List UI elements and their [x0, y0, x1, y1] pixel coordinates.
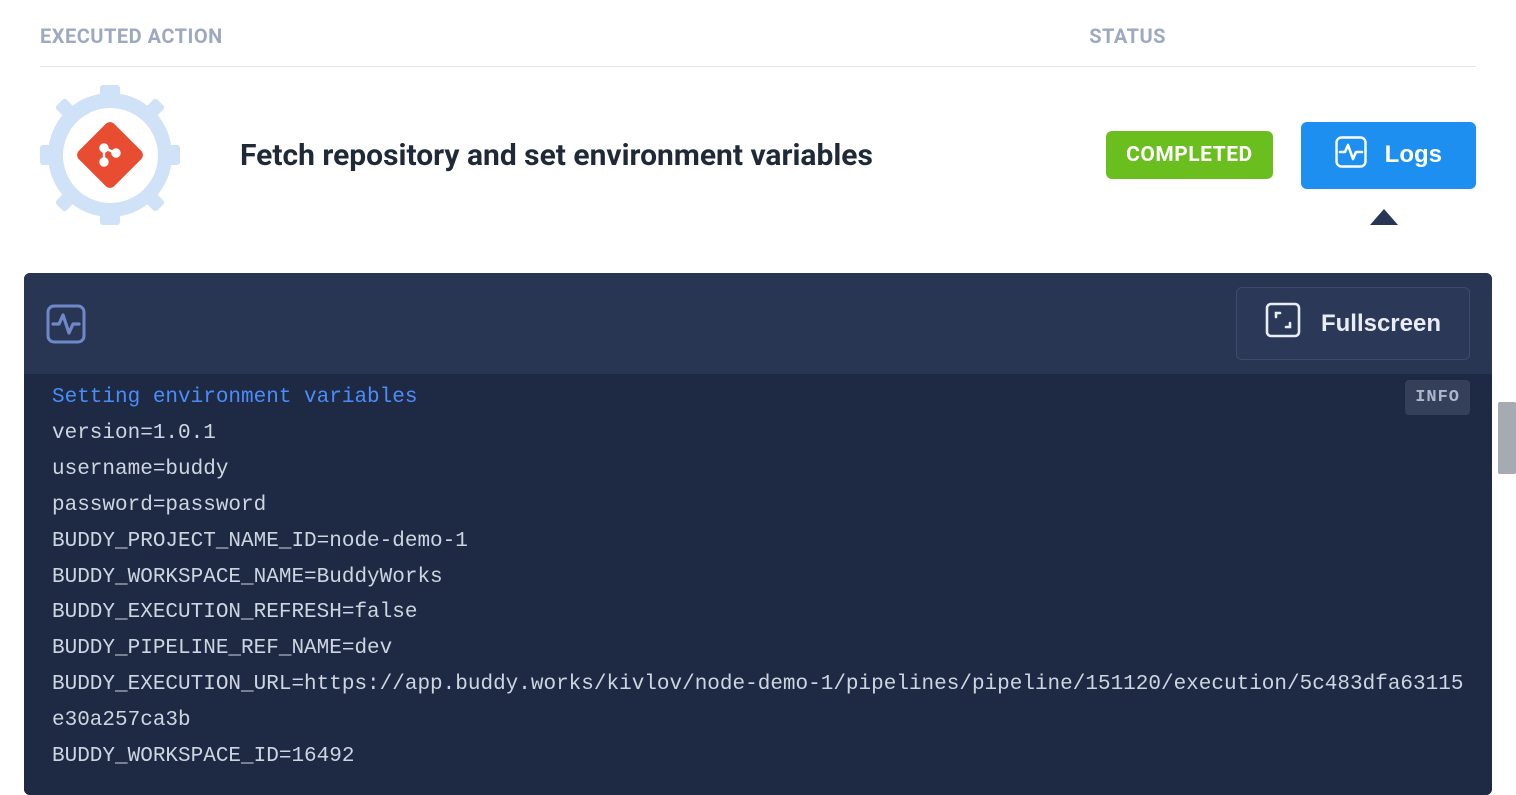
log-line: BUDDY_PIPELINE_REF_NAME=dev	[52, 631, 1464, 667]
log-line: BUDDY_EXECUTION_REFRESH=false	[52, 595, 1464, 631]
log-line: BUDDY_PROJECT_NAME_ID=node-demo-1	[52, 524, 1464, 560]
logs-button-label: Logs	[1385, 141, 1442, 169]
log-line: BUDDY_WORKSPACE_ID=16492	[52, 739, 1464, 775]
table-header: EXECUTED ACTION STATUS	[40, 0, 1476, 67]
pulse-icon	[46, 304, 86, 344]
fullscreen-icon	[1265, 302, 1301, 345]
action-row: Fetch repository and set environment var…	[40, 67, 1476, 255]
git-icon	[75, 120, 146, 191]
log-line: version=1.0.1	[52, 416, 1464, 452]
fullscreen-button-label: Fullscreen	[1321, 310, 1441, 338]
header-executed-action: EXECUTED ACTION	[40, 24, 223, 48]
gear-git-icon	[40, 85, 180, 225]
terminal-body[interactable]: INFO Setting environment variables versi…	[24, 374, 1492, 795]
log-line: BUDDY_WORKSPACE_NAME=BuddyWorks	[52, 560, 1464, 596]
pulse-icon	[1335, 136, 1367, 175]
log-section-header: Setting environment variables	[52, 380, 1464, 416]
scrollbar-thumb[interactable]	[1498, 402, 1516, 474]
log-line: password=password	[52, 488, 1464, 524]
action-title: Fetch repository and set environment var…	[240, 138, 1106, 173]
terminal-toolbar: Fullscreen	[24, 273, 1492, 374]
header-status: STATUS	[1089, 24, 1166, 48]
info-badge: INFO	[1405, 380, 1470, 415]
logs-button[interactable]: Logs	[1301, 122, 1476, 189]
log-line: username=buddy	[52, 452, 1464, 488]
terminal-panel: Fullscreen INFO Setting environment vari…	[24, 273, 1492, 795]
fullscreen-button[interactable]: Fullscreen	[1236, 287, 1470, 360]
status-badge: COMPLETED	[1106, 131, 1273, 179]
log-line: BUDDY_EXECUTION_URL=https://app.buddy.wo…	[52, 667, 1464, 739]
